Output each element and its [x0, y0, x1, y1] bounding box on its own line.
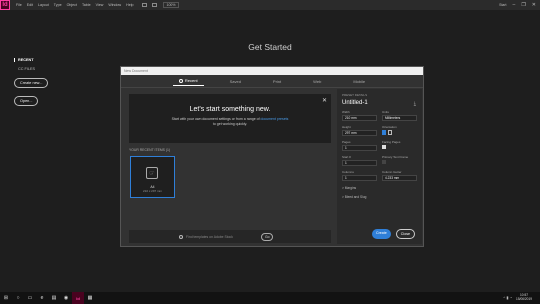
portrait-icon[interactable]: [382, 130, 386, 135]
create-button[interactable]: Create: [372, 229, 391, 239]
tab-label: Recent: [184, 78, 198, 83]
facing-pages-label: Facing Pages: [382, 140, 401, 144]
margins-section[interactable]: > Margins: [342, 186, 417, 190]
width-field[interactable]: 210 mm: [342, 115, 377, 121]
menubar-right: Start – ❐ ✕: [499, 1, 536, 9]
document-presets-link[interactable]: document presets: [261, 117, 289, 121]
restore-icon[interactable]: ❐: [521, 2, 525, 8]
orientation-toggle: [382, 130, 417, 135]
open-button[interactable]: Open...: [14, 96, 39, 106]
search-icon: [179, 234, 183, 239]
menu-bar: Id File Edit Layout Type Object Table View Wind…: [0, 0, 540, 10]
search-icon[interactable]: ○: [12, 292, 24, 304]
close-button[interactable]: Close: [395, 229, 415, 239]
tab-mobile[interactable]: Mobile: [347, 77, 371, 86]
bridge-icon[interactable]: [141, 3, 147, 7]
tab-label: Print: [272, 78, 282, 84]
tab-recent[interactable]: Recent: [172, 76, 204, 86]
menu-item-type[interactable]: Type: [54, 3, 62, 7]
menu-item-object[interactable]: Object: [67, 3, 77, 7]
toolbar-icons: [141, 3, 157, 7]
columns-label: Columns: [342, 170, 354, 174]
zoom-select[interactable]: 100%: [162, 2, 180, 8]
column-gutter-field[interactable]: 4.233 mm: [382, 175, 417, 181]
edge-icon[interactable]: e: [36, 292, 48, 304]
units-select[interactable]: Millimeters: [382, 115, 417, 121]
facing-pages-checkbox[interactable]: [382, 145, 386, 149]
recent-item-size: 210 x 297 mm: [142, 189, 162, 193]
page-title: Get Started: [248, 42, 292, 52]
save-preset-icon[interactable]: ⤓: [414, 101, 416, 107]
clock[interactable]: 10:57 15/06/2019: [516, 293, 532, 301]
orientation-label: Orientation: [382, 125, 397, 129]
menu-item-file[interactable]: File: [16, 3, 22, 7]
task-view-icon[interactable]: ▭: [24, 292, 36, 304]
document-name-field[interactable]: Untitled-1: [342, 100, 417, 106]
units-label: Units: [382, 110, 389, 114]
welcome-title: Let's start something new.: [189, 106, 271, 113]
landscape-icon[interactable]: [388, 130, 392, 135]
preset-details-panel: PRESET DETAILS Untitled-1 ⤓ Width 210 mm…: [337, 89, 422, 244]
left-panel: RECENT CC FILES Create new... Open...: [14, 58, 74, 107]
bleed-slug-section[interactable]: > Bleed and Slug: [342, 195, 417, 199]
close-icon[interactable]: ✕: [322, 97, 327, 104]
welcome-line1: Start with your own document settings or…: [171, 117, 260, 121]
store-icon[interactable]: ▦: [84, 292, 96, 304]
clock-date: 15/06/2019: [516, 297, 532, 301]
indesign-taskbar-icon[interactable]: Id: [72, 292, 84, 304]
file-explorer-icon[interactable]: ▤: [48, 292, 60, 304]
taskbar: ⊞ ○ ▭ e ▤ ◉ Id ▦ ^ ▮ ◔ 10:57 15/06/2019: [0, 292, 540, 304]
menu-items: File Edit Layout Type Object Table View Window H…: [16, 3, 134, 7]
go-button[interactable]: Go: [260, 232, 274, 241]
menu-item-window[interactable]: Window: [108, 3, 121, 7]
search-input[interactable]: Find templates on Adobe Stock: [186, 235, 233, 239]
menu-item-edit[interactable]: Edit: [27, 3, 33, 7]
menu-item-table[interactable]: Table: [82, 3, 91, 7]
columns-field[interactable]: 1: [342, 175, 377, 181]
windows-start-icon[interactable]: ⊞: [0, 292, 12, 304]
welcome-panel: ✕ Let's start something new. Start with …: [129, 94, 331, 143]
pages-label: Pages: [342, 140, 351, 144]
close-window-icon[interactable]: ✕: [532, 2, 536, 8]
chrome-icon[interactable]: ◉: [60, 292, 72, 304]
menu-item-layout[interactable]: Layout: [38, 3, 49, 7]
document-preset-icon: ☞: [146, 167, 158, 179]
nav-recent[interactable]: RECENT: [14, 58, 74, 62]
column-gutter-label: Column Gutter: [382, 170, 402, 174]
tab-label: Saved: [229, 78, 241, 84]
recent-items-label: YOUR RECENT ITEMS (1): [129, 148, 171, 152]
preset-details-label: PRESET DETAILS: [342, 93, 368, 97]
view-options-icon[interactable]: [151, 3, 157, 7]
create-new-button[interactable]: Create new...: [14, 78, 49, 88]
tray-icons[interactable]: ^ ▮ ◔: [503, 295, 512, 300]
tab-print[interactable]: Print: [267, 77, 287, 86]
welcome-text: Start with your own document settings or…: [129, 117, 331, 127]
dialog-buttons: Create Close: [372, 229, 415, 239]
minimize-icon[interactable]: –: [513, 2, 516, 8]
workspace-switcher[interactable]: Start: [499, 3, 506, 7]
menu-item-view[interactable]: View: [96, 3, 104, 7]
tab-saved[interactable]: Saved: [224, 77, 247, 86]
system-tray: ^ ▮ ◔ 10:57 15/06/2019: [503, 293, 532, 301]
dialog-title: New Document: [121, 67, 423, 75]
height-label: Height: [342, 125, 351, 129]
width-label: Width: [342, 110, 350, 114]
start-field[interactable]: 1: [342, 160, 377, 166]
pages-field[interactable]: 1: [342, 145, 377, 151]
primary-text-frame-checkbox[interactable]: [382, 160, 386, 164]
preset-tabs: Recent Saved Print Web Mobile: [121, 75, 423, 88]
primary-text-frame-label: Primary Text Frame: [382, 155, 409, 159]
indesign-logo: Id: [0, 0, 10, 10]
tab-label: Web: [313, 78, 322, 84]
tab-web[interactable]: Web: [307, 77, 327, 86]
height-field[interactable]: 297 mm: [342, 130, 377, 136]
start-label: Start #: [342, 155, 351, 159]
recent-item-card[interactable]: ☞ A4 210 x 297 mm: [130, 156, 175, 198]
new-document-dialog: New Document Recent Saved Print Web Mobile ✕…: [120, 66, 424, 247]
tab-label: Mobile: [353, 78, 366, 84]
welcome-line2: to get working quickly.: [212, 122, 248, 126]
stock-search-bar: Find templates on Adobe Stock Go: [129, 230, 331, 243]
clock-icon: [178, 78, 183, 83]
menu-item-help[interactable]: Help: [126, 3, 133, 7]
